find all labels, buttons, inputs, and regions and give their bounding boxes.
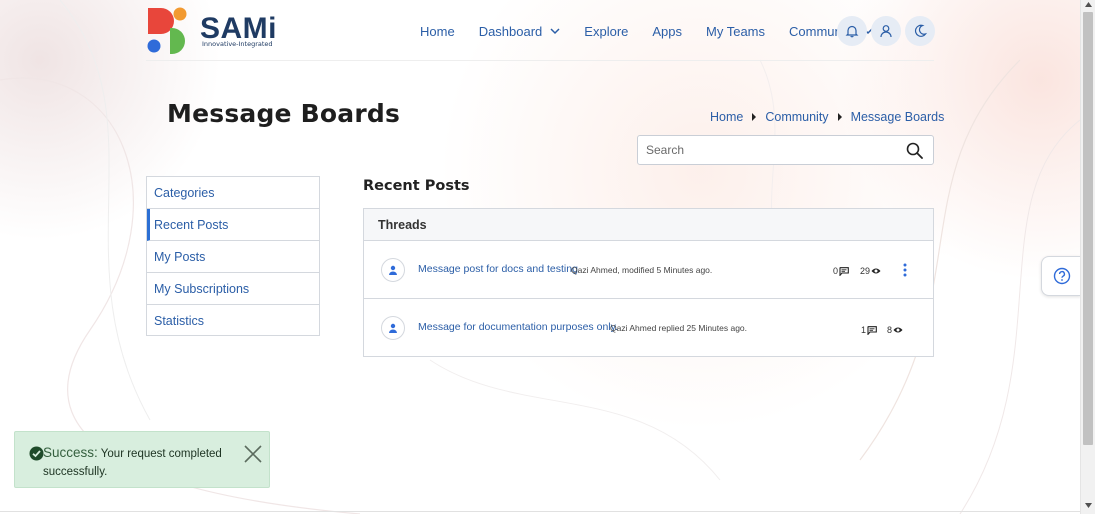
check-circle-icon (29, 446, 44, 461)
sidebar-item-categories[interactable]: Categories (147, 177, 319, 209)
view-count-value: 8 (887, 325, 893, 335)
help-icon (1053, 267, 1070, 285)
reply-count: 1 (861, 325, 877, 335)
sidebar-item-label: My Posts (154, 249, 206, 264)
sidebar-item-label: My Subscriptions (154, 281, 250, 296)
nav-dashboard-label: Dashboard (478, 23, 543, 39)
search-icon[interactable] (906, 142, 923, 159)
nav-my-teams-label: My Teams (706, 23, 766, 39)
user-icon (389, 265, 397, 275)
caret-right-icon (837, 113, 842, 121)
nav-apps-label: Apps (652, 23, 683, 39)
section-title: Recent Posts (363, 178, 470, 194)
caret-right-icon (752, 113, 757, 121)
nav-dashboard[interactable]: Dashboard (479, 24, 561, 39)
user-icon (389, 323, 397, 333)
nav-apps[interactable]: Apps (652, 24, 682, 39)
sidebar-item-label: Categories (154, 185, 215, 200)
table-row: Message for documentation purposes only.… (364, 299, 933, 357)
sidebar-item-recent-posts[interactable]: Recent Posts (147, 209, 319, 241)
page-scrollbar[interactable] (1080, 0, 1095, 514)
sidebar-item-my-posts[interactable]: My Posts (147, 241, 319, 273)
theme-toggle-button[interactable] (905, 16, 935, 46)
thread-title-link[interactable]: Message for documentation purposes only. (418, 321, 618, 333)
user-icon (880, 25, 892, 38)
breadcrumb: Home Community Message Boards (710, 110, 944, 124)
main-nav: Home Dashboard Explore Apps My Teams Com… (420, 21, 897, 41)
toast-message: Success: Your request completed successf… (43, 444, 233, 481)
moon-icon (915, 24, 927, 37)
nav-explore-label: Explore (584, 23, 629, 39)
threads-header: Threads (364, 209, 933, 241)
scroll-down-arrow-icon[interactable] (1085, 503, 1092, 508)
scrollbar-thumb[interactable] (1083, 12, 1093, 445)
user-menu-button[interactable] (871, 16, 901, 46)
avatar (381, 258, 405, 282)
thread-meta: Qazi Ahmed replied 25 Minutes ago. (610, 323, 748, 333)
brand-tagline: Innovative-Integrated (202, 40, 273, 48)
sidebar-item-statistics[interactable]: Statistics (147, 305, 319, 337)
nav-my-teams[interactable]: My Teams (706, 24, 765, 39)
table-row: Message post for docs and testing Qazi A… (364, 241, 933, 299)
thread-title-link[interactable]: Message post for docs and testing (418, 263, 578, 275)
page-title: Message Boards (167, 99, 401, 128)
nav-explore[interactable]: Explore (584, 24, 628, 39)
reply-count: 0 (833, 266, 849, 276)
success-toast: Success: Your request completed successf… (14, 431, 270, 488)
sidebar-item-my-subscriptions[interactable]: My Subscriptions (147, 273, 319, 305)
breadcrumb-home[interactable]: Home (710, 110, 743, 124)
kebab-menu-icon[interactable] (902, 263, 908, 277)
logo-mark-icon (147, 7, 187, 54)
bell-icon (845, 25, 859, 38)
chevron-down-icon (550, 28, 560, 35)
sidebar-menu: Categories Recent Posts My Posts My Subs… (146, 176, 320, 336)
breadcrumb-message-boards[interactable]: Message Boards (851, 110, 945, 124)
view-count: 29 (860, 266, 881, 276)
top-header: SAMi Innovative-Integrated Home Dashboar… (146, 0, 935, 61)
sidebar-item-label: Statistics (154, 314, 205, 328)
view-count: 8 (887, 325, 903, 335)
toast-lead: Success: (43, 445, 98, 460)
nav-home[interactable]: Home (420, 24, 455, 39)
reply-count-value: 1 (861, 325, 867, 335)
threads-panel: Threads Message post for docs and testin… (363, 208, 934, 357)
thread-meta: Qazi Ahmed, modified 5 Minutes ago. (571, 265, 713, 275)
comment-icon (839, 266, 849, 276)
view-count-value: 29 (860, 266, 871, 276)
search-box (637, 135, 934, 165)
breadcrumb-community[interactable]: Community (765, 110, 828, 124)
brand-logo[interactable]: SAMi Innovative-Integrated (146, 6, 277, 54)
eye-icon (871, 268, 881, 274)
page-bottom-border (0, 511, 1080, 512)
avatar (381, 316, 405, 340)
nav-home-label: Home (420, 23, 455, 39)
search-input[interactable] (646, 141, 896, 159)
notifications-button[interactable] (837, 16, 867, 46)
comment-icon (867, 325, 877, 335)
close-icon[interactable] (243, 444, 263, 464)
eye-icon (893, 327, 903, 333)
help-button[interactable] (1041, 256, 1081, 296)
scroll-up-arrow-icon[interactable] (1085, 2, 1092, 7)
reply-count-value: 0 (833, 266, 839, 276)
sidebar-item-label: Recent Posts (154, 217, 229, 232)
